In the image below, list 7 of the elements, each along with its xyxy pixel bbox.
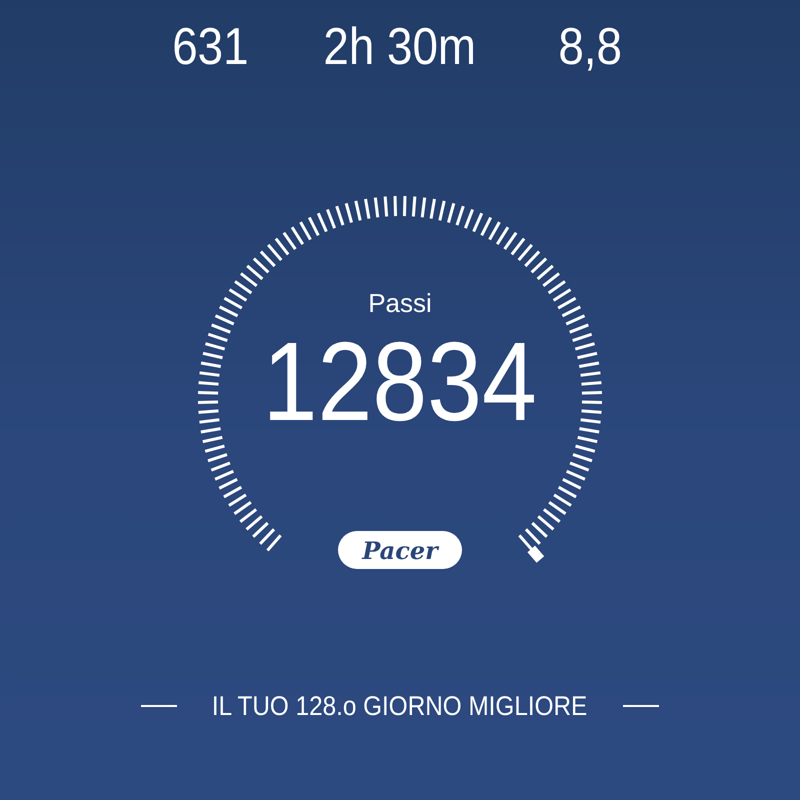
stat-value: 631 bbox=[172, 18, 248, 76]
brand-logo: Pacer bbox=[338, 531, 462, 569]
gauge-label: Passi bbox=[368, 288, 432, 318]
stat-value: 2h 30m bbox=[324, 18, 476, 76]
step-count: 12834 bbox=[262, 326, 538, 438]
best-day-text: IL TUO 128.o GIORNO MIGLIORE bbox=[212, 690, 588, 722]
stat-value: 8,8 bbox=[558, 18, 622, 76]
